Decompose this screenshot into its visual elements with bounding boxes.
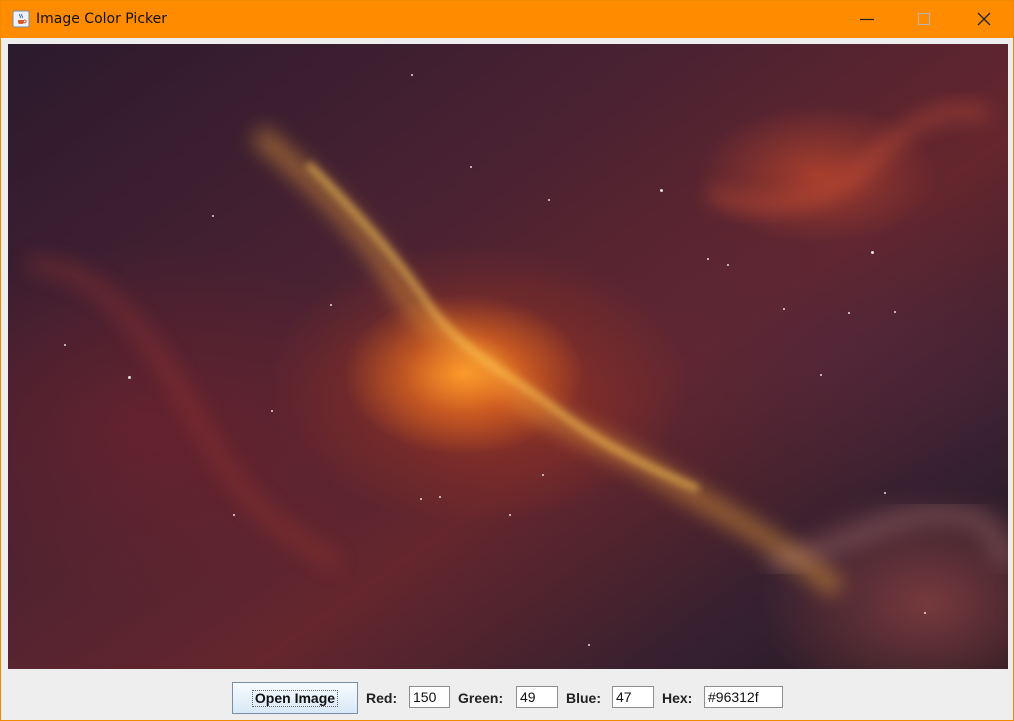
green-label: Green: bbox=[458, 690, 504, 706]
nebula-artwork bbox=[27, 105, 1008, 597]
open-image-button[interactable]: Open Image bbox=[232, 682, 358, 714]
close-icon[interactable] bbox=[961, 1, 1007, 38]
red-label: Red: bbox=[366, 690, 398, 706]
image-preview[interactable] bbox=[8, 44, 1008, 669]
window-title: Image Color Picker bbox=[36, 11, 167, 27]
red-value-field[interactable] bbox=[409, 686, 450, 708]
color-readout-bar: Open Image Red: Green: Blue: Hex: bbox=[1, 676, 1013, 720]
green-value-field[interactable] bbox=[516, 686, 558, 708]
maximize-icon[interactable] bbox=[901, 1, 947, 38]
blue-label: Blue: bbox=[566, 690, 601, 706]
open-image-label: Open Image bbox=[254, 690, 336, 706]
java-coffee-icon bbox=[12, 10, 30, 28]
hex-value-field[interactable] bbox=[704, 686, 783, 708]
minimize-icon[interactable] bbox=[844, 1, 890, 38]
application-window: Image Color Picker Open Image Red: 150 G… bbox=[0, 0, 1014, 721]
title-bar[interactable]: Image Color Picker bbox=[1, 1, 1013, 38]
hex-label: Hex: bbox=[662, 690, 693, 706]
blue-value-field[interactable] bbox=[612, 686, 654, 708]
